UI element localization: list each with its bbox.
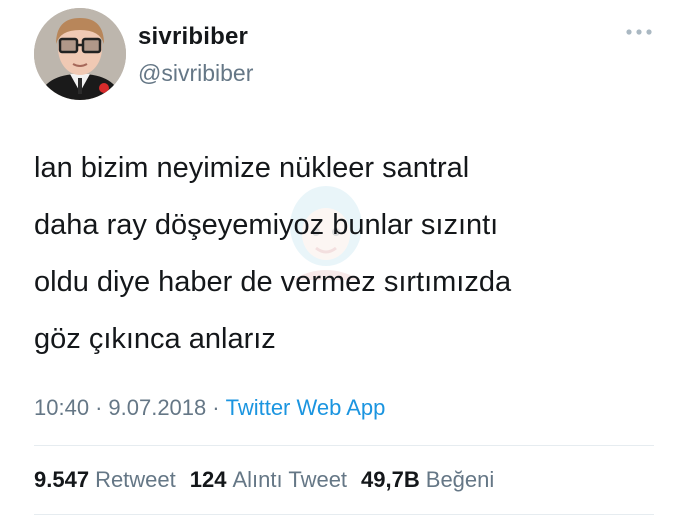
meta-separator: · — [95, 395, 103, 420]
tweet-card: sivribiber @sivribiber lan bizim neyimiz… — [0, 0, 680, 517]
meta-separator: · — [212, 395, 220, 420]
divider — [34, 514, 654, 515]
tweet-time[interactable]: 10:40 — [34, 395, 89, 420]
like-number: 49,7B — [361, 467, 420, 492]
retweet-count[interactable]: 9.547 Retweet — [34, 467, 176, 493]
divider — [34, 445, 654, 446]
retweet-number: 9.547 — [34, 467, 90, 492]
user-handle[interactable]: @sivribiber — [138, 60, 253, 87]
retweet-label: Retweet — [95, 467, 176, 492]
like-label: Beğeni — [425, 467, 495, 492]
tweet-date[interactable]: 9.07.2018 — [108, 395, 206, 420]
quote-tweet-count[interactable]: 124 Alıntı Tweet — [190, 467, 347, 493]
display-name[interactable]: sivribiber — [138, 23, 248, 51]
quote-tweet-label: Alıntı Tweet — [232, 467, 348, 492]
avatar-image — [34, 8, 126, 100]
quote-tweet-number: 124 — [189, 467, 227, 492]
avatar[interactable] — [34, 8, 126, 100]
more-dots-icon[interactable] — [624, 24, 654, 40]
like-count[interactable]: 49,7B Beğeni — [361, 467, 494, 493]
tweet-source-link[interactable]: Twitter Web App — [226, 395, 386, 420]
tweet-meta: 10:40 · 9.07.2018 · Twitter Web App — [34, 395, 385, 421]
tweet-text: lan bizim neyimize nükleer santral daha … — [34, 152, 512, 355]
tweet-stats: 9.547 Retweet 124 Alıntı Tweet 49,7B Beğeni — [34, 467, 508, 493]
